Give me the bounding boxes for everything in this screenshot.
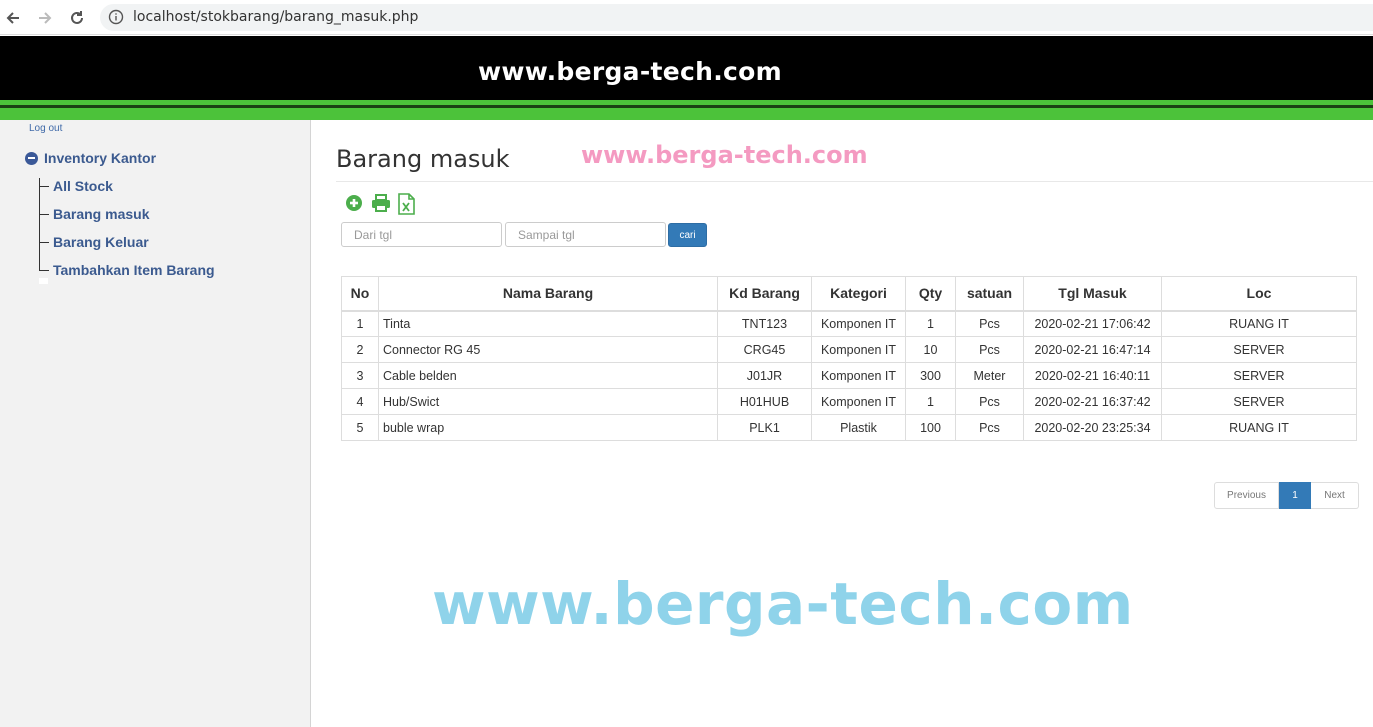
cell-kd-barang: CRG45	[717, 336, 812, 363]
print-icon[interactable]	[371, 193, 391, 213]
cell-qty: 10	[905, 336, 956, 363]
to-date-input[interactable]	[505, 222, 666, 247]
col-header-nama-barang[interactable]: Nama Barang	[378, 276, 718, 312]
tree-root-inventory[interactable]: Inventory Kantor	[25, 150, 156, 166]
cell-loc: SERVER	[1161, 362, 1357, 389]
cell-kategori: Komponen IT	[811, 310, 906, 337]
action-toolbar	[345, 192, 417, 215]
add-circle-icon[interactable]	[345, 193, 365, 213]
sidebar-item-label: Barang masuk	[53, 206, 150, 222]
sidebar-item-label: All Stock	[53, 178, 113, 194]
previous-page-button[interactable]: Previous	[1214, 482, 1279, 509]
url-text: localhost/stokbarang/barang_masuk.php	[133, 9, 419, 25]
cell-nama-barang: Connector RG 45	[378, 336, 718, 363]
search-button[interactable]: cari	[668, 223, 707, 247]
table-header-row: No Nama Barang Kd Barang Kategori Qty sa…	[341, 276, 1357, 312]
table-row: 4 Hub/Swict H01HUB Komponen IT 1 Pcs 202…	[341, 388, 1357, 415]
cell-loc: RUANG IT	[1161, 310, 1357, 337]
collapse-minus-icon[interactable]	[25, 151, 38, 165]
excel-file-icon[interactable]	[397, 193, 417, 215]
site-header: www.berga-tech.com	[0, 36, 1373, 100]
cell-loc: RUANG IT	[1161, 414, 1357, 441]
cell-kd-barang: J01JR	[717, 362, 812, 389]
cell-loc: SERVER	[1161, 388, 1357, 415]
col-header-loc[interactable]: Loc	[1161, 276, 1357, 312]
cell-kd-barang: H01HUB	[717, 388, 812, 415]
tree-end-marker	[39, 278, 48, 284]
incoming-goods-table: No Nama Barang Kd Barang Kategori Qty sa…	[341, 276, 1357, 441]
page-title: Barang masuk	[336, 145, 510, 173]
col-header-kd-barang[interactable]: Kd Barang	[717, 276, 812, 312]
header-title: www.berga-tech.com	[478, 57, 782, 86]
sidebar: Log out Inventory Kantor All Stock Baran…	[0, 120, 311, 727]
cell-kategori: Komponen IT	[811, 362, 906, 389]
title-divider	[336, 181, 1373, 182]
cell-nama-barang: Cable belden	[378, 362, 718, 389]
browser-toolbar: localhost/stokbarang/barang_masuk.php	[0, 0, 1373, 35]
watermark-small: www.berga-tech.com	[581, 141, 868, 169]
col-header-satuan[interactable]: satuan	[955, 276, 1024, 312]
table-row: 1 Tinta TNT123 Komponen IT 1 Pcs 2020-02…	[341, 310, 1357, 337]
cell-nama-barang: Tinta	[378, 310, 718, 337]
reload-icon[interactable]	[66, 7, 88, 29]
cell-satuan: Pcs	[955, 336, 1024, 363]
cell-nama-barang: buble wrap	[378, 414, 718, 441]
cell-qty: 1	[905, 310, 956, 337]
back-arrow-icon[interactable]	[2, 7, 24, 29]
cell-satuan: Meter	[955, 362, 1024, 389]
sidebar-item-barang-masuk[interactable]: Barang masuk	[39, 206, 149, 222]
forward-arrow-icon[interactable]	[34, 7, 56, 29]
cell-tgl-masuk: 2020-02-21 16:47:14	[1023, 336, 1162, 363]
from-date-input[interactable]	[341, 222, 502, 247]
sidebar-item-tambahkan-item[interactable]: Tambahkan Item Barang	[39, 262, 215, 278]
pagination: Previous 1 Next	[1214, 482, 1359, 509]
cell-kategori: Komponen IT	[811, 388, 906, 415]
tree-root-label: Inventory Kantor	[44, 150, 157, 166]
table-row: 3 Cable belden J01JR Komponen IT 300 Met…	[341, 362, 1357, 389]
cell-kd-barang: PLK1	[717, 414, 812, 441]
cell-tgl-masuk: 2020-02-21 16:40:11	[1023, 362, 1162, 389]
cell-no: 1	[341, 310, 379, 337]
watermark-large: www.berga-tech.com	[432, 570, 1134, 638]
sidebar-item-all-stock[interactable]: All Stock	[39, 178, 113, 194]
cell-tgl-masuk: 2020-02-20 23:25:34	[1023, 414, 1162, 441]
address-bar[interactable]: localhost/stokbarang/barang_masuk.php	[100, 4, 1373, 31]
sidebar-item-label: Barang Keluar	[53, 234, 149, 250]
page-1-button[interactable]: 1	[1279, 482, 1311, 509]
logout-link[interactable]: Log out	[29, 123, 62, 134]
cell-kd-barang: TNT123	[717, 310, 812, 337]
next-page-button[interactable]: Next	[1311, 482, 1359, 509]
col-header-qty[interactable]: Qty	[905, 276, 956, 312]
cell-no: 2	[341, 336, 379, 363]
table-row: 2 Connector RG 45 CRG45 Komponen IT 10 P…	[341, 336, 1357, 363]
cell-no: 5	[341, 414, 379, 441]
info-icon[interactable]	[108, 9, 124, 25]
table-row: 5 buble wrap PLK1 Plastik 100 Pcs 2020-0…	[341, 414, 1357, 441]
header-stripe	[0, 100, 1373, 120]
cell-satuan: Pcs	[955, 310, 1024, 337]
cell-tgl-masuk: 2020-02-21 16:37:42	[1023, 388, 1162, 415]
cell-tgl-masuk: 2020-02-21 17:06:42	[1023, 310, 1162, 337]
cell-loc: SERVER	[1161, 336, 1357, 363]
cell-satuan: Pcs	[955, 414, 1024, 441]
cell-kategori: Komponen IT	[811, 336, 906, 363]
cell-no: 4	[341, 388, 379, 415]
cell-qty: 1	[905, 388, 956, 415]
cell-nama-barang: Hub/Swict	[378, 388, 718, 415]
cell-qty: 300	[905, 362, 956, 389]
cell-qty: 100	[905, 414, 956, 441]
sidebar-item-barang-keluar[interactable]: Barang Keluar	[39, 234, 149, 250]
cell-kategori: Plastik	[811, 414, 906, 441]
col-header-no[interactable]: No	[341, 276, 379, 312]
sidebar-item-label: Tambahkan Item Barang	[53, 262, 215, 278]
col-header-tgl-masuk[interactable]: Tgl Masuk	[1023, 276, 1162, 312]
cell-no: 3	[341, 362, 379, 389]
col-header-kategori[interactable]: Kategori	[811, 276, 906, 312]
cell-satuan: Pcs	[955, 388, 1024, 415]
